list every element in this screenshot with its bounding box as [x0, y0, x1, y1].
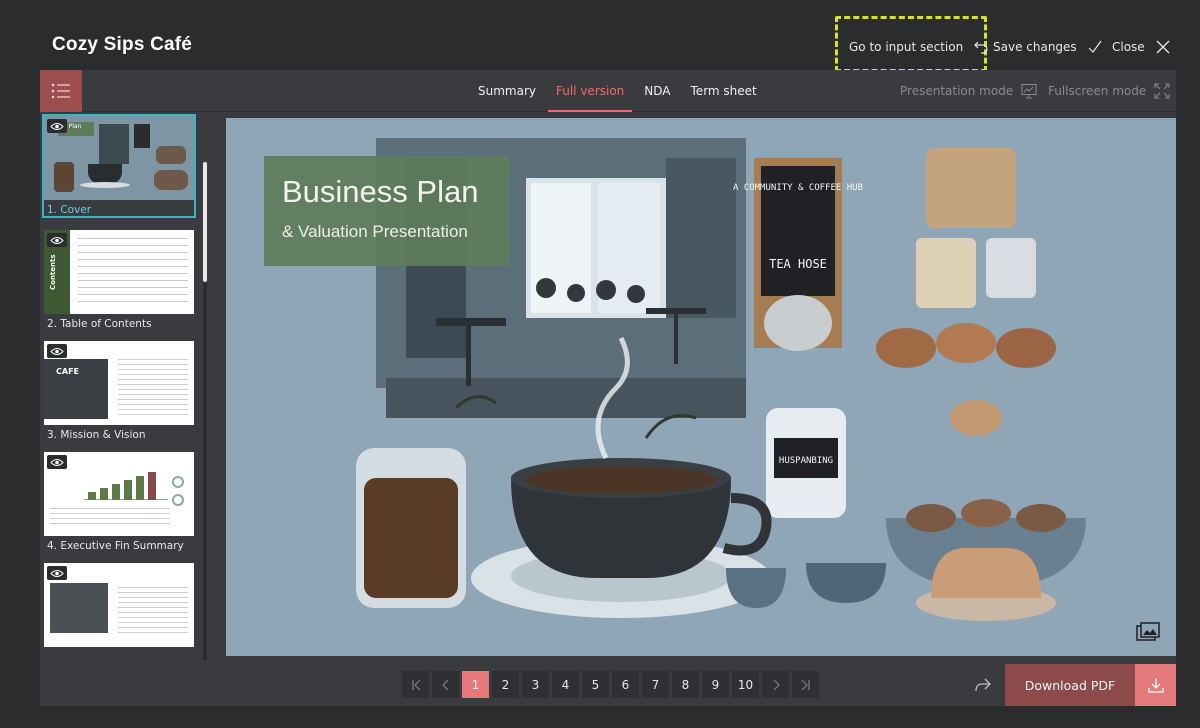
tab-summary[interactable]: Summary [468, 70, 546, 112]
page-button-9[interactable]: 9 [702, 671, 729, 698]
sidebar-scrollbar-thumb[interactable] [203, 162, 207, 282]
mission-thumbnail-image: CAFE [44, 341, 194, 425]
thumbnail-label: 1. Cover [47, 204, 92, 216]
presentation-mode-label: Presentation mode [900, 84, 1014, 98]
toc-thumb-text: Contents [49, 254, 57, 290]
pagination: 1 2 3 4 5 6 7 8 9 10 [402, 671, 819, 698]
download-icon-button[interactable] [1135, 664, 1176, 706]
last-page-icon [801, 679, 810, 690]
page-button-6[interactable]: 6 [612, 671, 639, 698]
toc-thumbnail-image: Contents [44, 230, 194, 314]
list-menu-icon [51, 83, 70, 99]
first-page-icon [411, 679, 420, 690]
save-changes-button[interactable]: Save changes [993, 38, 1103, 56]
check-icon [1088, 40, 1102, 53]
undo-arrow-icon [974, 41, 988, 54]
image-icon[interactable] [1136, 622, 1160, 642]
cover-slide: A COMMUNITY & COFFEE HUB TEA HOSE HUSPAN… [226, 118, 1176, 656]
eye-icon [50, 122, 64, 130]
cover-thumbnail-image: & Plan [44, 116, 194, 200]
prev-page-button[interactable] [432, 671, 459, 698]
toolbar: Summary Full version NDA Term sheet Pres… [40, 70, 1176, 112]
editor-panel: Summary Full version NDA Term sheet Pres… [40, 70, 1176, 706]
mission-thumb-text: CAFE [56, 367, 79, 376]
slide-thumbnail-list[interactable]: & Plan 1. Cover Contents 2. Table of Con… [40, 112, 216, 660]
jar-label: HUSPANBING [779, 456, 833, 466]
slide-thumbnail-executive-fin-summary[interactable]: 4. Executive Fin Summary [44, 452, 194, 552]
slide-subtitle: & Valuation Presentation [282, 222, 468, 241]
page-button-7[interactable]: 7 [642, 671, 669, 698]
slide-list-toggle-button[interactable] [40, 70, 82, 112]
thumbnail-label: 2. Table of Contents [47, 318, 152, 330]
close-icon [1156, 40, 1170, 54]
eye-icon [50, 569, 64, 577]
thumbnail-label: 3. Mission & Vision [47, 429, 146, 441]
page-button-10[interactable]: 10 [732, 671, 759, 698]
download-pdf-button[interactable]: Download PDF [1005, 664, 1135, 706]
slide-title: Business Plan [282, 174, 479, 209]
fullscreen-mode-label: Fullscreen mode [1048, 84, 1147, 98]
slide-5-thumbnail-image [44, 563, 194, 647]
title-box [264, 156, 509, 266]
page-button-3[interactable]: 3 [522, 671, 549, 698]
close-button[interactable]: Close [1112, 38, 1171, 56]
app-title: Cozy Sips Café [52, 34, 193, 55]
go-to-input-button[interactable]: Go to input section [849, 38, 989, 56]
version-tabs: Summary Full version NDA Term sheet [468, 70, 767, 112]
next-page-button[interactable] [762, 671, 789, 698]
eye-icon [50, 347, 64, 355]
save-changes-label: Save changes [993, 40, 1077, 54]
presentation-mode-button[interactable]: Presentation mode [900, 70, 1037, 112]
chalkboard-line-1: A COMMUNITY & COFFEE HUB [733, 183, 863, 193]
tab-term-sheet[interactable]: Term sheet [681, 70, 767, 112]
page-button-4[interactable]: 4 [552, 671, 579, 698]
visibility-toggle[interactable] [47, 566, 67, 580]
page-button-2[interactable]: 2 [492, 671, 519, 698]
last-page-button[interactable] [792, 671, 819, 698]
slide-viewer: A COMMUNITY & COFFEE HUB TEA HOSE HUSPAN… [226, 118, 1176, 656]
thumbnail-label: 4. Executive Fin Summary [47, 540, 184, 552]
page-button-8[interactable]: 8 [672, 671, 699, 698]
slide-thumbnail-mission-vision[interactable]: CAFE 3. Mission & Vision [44, 341, 194, 441]
share-icon[interactable] [974, 677, 992, 693]
tab-full-version[interactable]: Full version [546, 70, 634, 112]
fullscreen-mode-button[interactable]: Fullscreen mode [1048, 70, 1170, 112]
visibility-toggle[interactable] [47, 455, 67, 469]
visibility-toggle[interactable] [47, 344, 67, 358]
download-icon [1147, 678, 1164, 693]
slide-thumbnail-cover[interactable]: & Plan 1. Cover [42, 114, 196, 218]
prev-page-icon [441, 679, 448, 690]
slide-thumbnail-table-of-contents[interactable]: Contents 2. Table of Contents [44, 230, 194, 330]
bottom-bar: 1 2 3 4 5 6 7 8 9 10 Download PDF [40, 664, 1176, 706]
visibility-toggle[interactable] [47, 233, 67, 247]
next-page-icon [773, 679, 780, 690]
page-button-5[interactable]: 5 [582, 671, 609, 698]
fullscreen-icon [1154, 83, 1170, 99]
app-header: Cozy Sips Café Go to input section Save … [0, 0, 1200, 72]
slide-thumbnail-5[interactable] [44, 563, 194, 647]
go-to-input-label: Go to input section [849, 40, 964, 54]
eye-icon [50, 458, 64, 466]
chalkboard-line-2: TEA HOSE [769, 257, 827, 271]
exec-fin-thumbnail-image [44, 452, 194, 536]
visibility-toggle[interactable] [47, 119, 67, 133]
presentation-chart-icon [1021, 84, 1037, 99]
eye-icon [50, 236, 64, 244]
tab-nda[interactable]: NDA [634, 70, 680, 112]
first-page-button[interactable] [402, 671, 429, 698]
close-label: Close [1112, 40, 1145, 54]
page-button-1[interactable]: 1 [462, 671, 489, 698]
